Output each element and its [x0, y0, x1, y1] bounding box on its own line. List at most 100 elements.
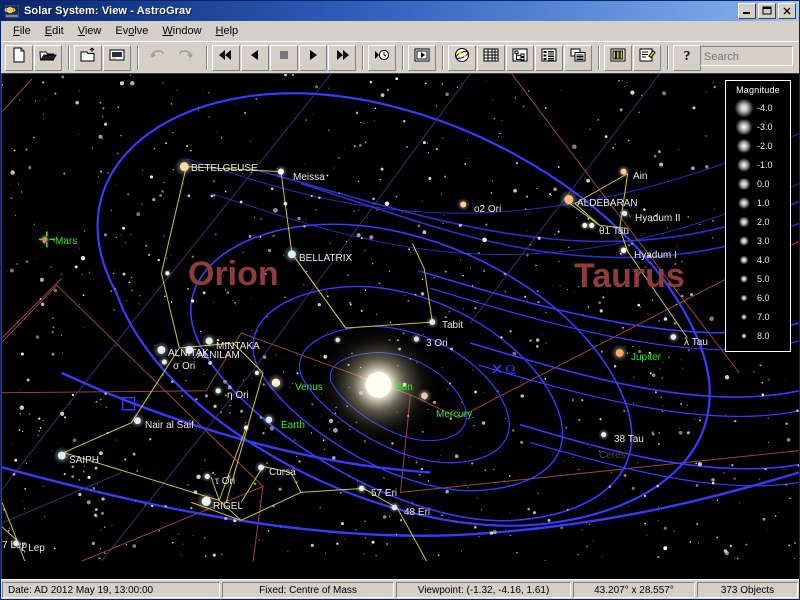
legend-value: -2.0 [757, 140, 773, 151]
status-date: Date: AD 2012 May 19, 13:00:00 [2, 581, 220, 598]
legend-value: 1.0 [757, 197, 770, 208]
legend-star-dot [733, 137, 755, 155]
toolbar-separator [595, 45, 602, 70]
new-window-icon [79, 47, 97, 68]
solar-view-button[interactable] [448, 44, 476, 71]
rewind-button[interactable] [212, 44, 240, 71]
legend-star-dot [733, 213, 755, 231]
menu-evolve-label: lve [134, 25, 149, 37]
status-reference: Fixed: Centre of Mass [222, 581, 394, 598]
menu-edit[interactable]: Edit [38, 23, 71, 39]
window-title: Solar System: View - AstroGrav [24, 5, 192, 17]
tile-windows-button[interactable] [564, 44, 592, 71]
help-button[interactable]: ? [673, 44, 701, 71]
search-box[interactable] [700, 46, 793, 66]
menu-window[interactable]: Window [155, 23, 208, 39]
notepad-pencil-icon [638, 47, 656, 68]
legend-star-dot [733, 98, 755, 117]
bar-chart-icon [609, 47, 627, 68]
maximize-button[interactable] [758, 3, 776, 19]
undo-arrow-icon [148, 47, 166, 68]
hierarchy-tree-icon [511, 47, 529, 68]
film-frame-icon [413, 47, 431, 68]
legend-row: 0.0 [726, 174, 790, 193]
list-detail-icon [540, 47, 558, 68]
fast-forward-icon [333, 47, 351, 68]
toolbar-separator [65, 45, 72, 70]
menu-view-label: iew [84, 25, 102, 37]
edit-notes-button[interactable] [633, 44, 661, 71]
close-button[interactable] [778, 3, 796, 19]
question-mark-icon: ? [678, 47, 696, 68]
toolbar-separator [203, 45, 210, 70]
legend-star-dot [733, 194, 755, 212]
view-settings-button[interactable] [103, 44, 131, 71]
application-window: Solar System: View - AstroGrav File Edit… [0, 0, 800, 600]
ascending-node-symbol: Ω [505, 363, 515, 378]
title-bar: Solar System: View - AstroGrav [1, 1, 799, 21]
new-file-button[interactable] [5, 44, 33, 71]
legend-value: -1.0 [757, 159, 773, 170]
legend-star-dot [733, 251, 755, 269]
legend-star-dot [733, 175, 755, 193]
menu-help-label: elp [223, 25, 239, 37]
legend-value: 5.0 [757, 273, 770, 284]
legend-star-dot [733, 289, 755, 307]
toolbar-separator [134, 45, 141, 70]
fast-forward-button[interactable] [328, 44, 356, 71]
legend-row: 4.0 [726, 250, 790, 269]
legend-star-dot [733, 308, 755, 326]
cascade-windows-icon [569, 47, 587, 68]
search-input[interactable] [701, 48, 792, 66]
menu-file[interactable]: File [6, 23, 38, 39]
legend-row: 2.0 [726, 212, 790, 231]
list-view-button[interactable] [535, 44, 563, 71]
play-clock-icon [373, 47, 391, 68]
legend-row: -3.0 [726, 117, 790, 136]
magnitude-legend: Magnitude -4.0 -3.0 -2.0 -1.0 0.0 1.0 2.0 3.0 4.… [725, 80, 791, 352]
app-planet-icon [4, 4, 20, 19]
legend-value: 6.0 [757, 292, 770, 303]
tree-view-button[interactable] [506, 44, 534, 71]
svg-text:?: ? [684, 49, 691, 63]
star-chart-canvas[interactable]: Ω [2, 74, 799, 562]
toolbar-separator [664, 45, 671, 70]
legend-row: 8.0 [726, 326, 790, 345]
stop-button[interactable] [270, 44, 298, 71]
open-file-button[interactable] [34, 44, 62, 71]
status-bar: Date: AD 2012 May 19, 13:00:00 Fixed: Ce… [1, 579, 799, 599]
legend-value: 3.0 [757, 235, 770, 246]
step-back-button[interactable] [241, 44, 269, 71]
menu-bar: File Edit View Evolve Window Help [1, 21, 799, 41]
menu-evolve[interactable]: Evolve [108, 23, 155, 39]
legend-value: 2.0 [757, 216, 770, 227]
redo-button [172, 44, 200, 71]
sun-disc [365, 371, 392, 398]
legend-value: -4.0 [757, 102, 773, 113]
legend-star-dot [733, 156, 755, 174]
redo-arrow-icon [177, 47, 195, 68]
minimize-button[interactable] [738, 3, 756, 19]
play-triangle-icon [304, 47, 322, 68]
play-to-time-button[interactable] [368, 44, 396, 71]
open-folder-icon [39, 47, 57, 68]
status-field-of-view: 43.207° x 28.557° [573, 581, 695, 598]
legend-value: -3.0 [757, 121, 773, 132]
legend-row: 3.0 [726, 231, 790, 250]
chart-view-button[interactable] [604, 44, 632, 71]
movie-button[interactable] [408, 44, 436, 71]
legend-value: 7.0 [757, 311, 770, 322]
legend-star-dot [733, 232, 755, 250]
toolbar-separator [399, 45, 406, 70]
stop-square-icon [275, 47, 293, 68]
play-button[interactable] [299, 44, 327, 71]
new-window-button[interactable] [74, 44, 102, 71]
legend-value: 4.0 [757, 254, 770, 265]
sky-view[interactable]: Ω BETELGEUSE Meissa o2 Ori Ain ALDEBARAN Hyad… [1, 73, 799, 579]
legend-row: 7.0 [726, 307, 790, 326]
table-view-button[interactable] [477, 44, 505, 71]
menu-help[interactable]: Help [209, 23, 246, 39]
menu-window-label: indow [172, 25, 202, 37]
menu-view[interactable]: View [71, 23, 109, 39]
legend-row: 6.0 [726, 288, 790, 307]
